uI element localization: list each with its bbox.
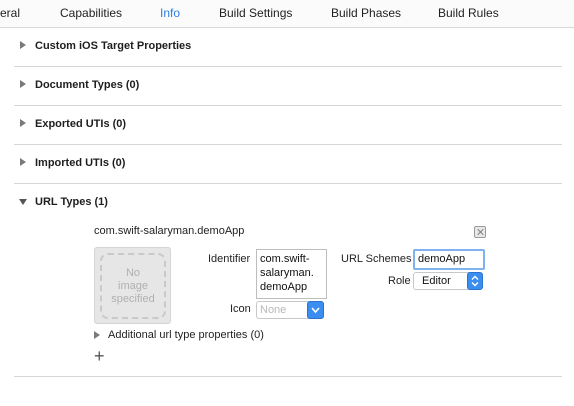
disclosure-triangle-icon[interactable] (20, 158, 26, 166)
placeholder-text: specified (111, 292, 155, 305)
section-title: Imported UTIs (0) (35, 157, 126, 169)
section-document-types[interactable]: Document Types (0) (14, 67, 562, 106)
additional-properties-label[interactable]: Additional url type properties (0) (108, 329, 264, 341)
tab-info[interactable]: Info (160, 6, 180, 20)
icon-label: Icon (230, 303, 251, 315)
section-title: Custom iOS Target Properties (35, 40, 192, 52)
identifier-label: Identifier (208, 253, 251, 265)
url-type-name: com.swift-salaryman.demoApp (94, 225, 245, 237)
icon-select-value: None (260, 304, 287, 316)
identifier-line: demoApp (260, 281, 308, 293)
chevron-updown-icon[interactable] (467, 272, 483, 290)
identifier-line: salaryman. (260, 267, 314, 279)
icon-select[interactable]: None (256, 301, 324, 319)
close-icon[interactable] (474, 226, 486, 238)
tab-general[interactable]: eral (0, 6, 20, 20)
section-title: Document Types (0) (35, 79, 140, 91)
placeholder-text: No (125, 266, 141, 279)
identifier-line: com.swift- (260, 253, 310, 265)
role-select[interactable]: Editor (413, 272, 483, 290)
disclosure-triangle-icon[interactable] (20, 80, 26, 88)
disclosure-triangle-icon[interactable] (20, 41, 26, 49)
section-custom-ios-target-properties[interactable]: Custom iOS Target Properties (14, 28, 562, 67)
image-placeholder: No image specified (100, 253, 166, 319)
url-schemes-field[interactable]: demoApp (413, 249, 485, 270)
section-title: URL Types (1) (35, 196, 108, 208)
url-schemes-label: URL Schemes (341, 253, 412, 265)
url-schemes-value: demoApp (418, 253, 466, 265)
placeholder-text: image (118, 279, 148, 292)
role-label: Role (388, 275, 411, 287)
tab-bar: eral Capabilities Info Build Settings Bu… (0, 0, 574, 28)
tab-capabilities[interactable]: Capabilities (60, 6, 122, 20)
tab-build-settings[interactable]: Build Settings (219, 6, 292, 20)
tab-build-rules[interactable]: Build Rules (438, 6, 499, 20)
disclosure-triangle-icon[interactable] (19, 199, 27, 205)
add-icon[interactable]: + (94, 347, 105, 365)
tab-build-phases[interactable]: Build Phases (331, 6, 401, 20)
section-title: Exported UTIs (0) (35, 118, 127, 130)
disclosure-triangle-icon[interactable] (94, 331, 100, 339)
identifier-field[interactable]: com.swift- salaryman. demoApp (256, 249, 327, 299)
section-imported-utis[interactable]: Imported UTIs (0) (14, 145, 562, 184)
section-exported-utis[interactable]: Exported UTIs (0) (14, 106, 562, 145)
url-type-image-well[interactable]: No image specified (94, 247, 171, 324)
chevron-down-icon[interactable] (307, 301, 324, 319)
role-select-value: Editor (422, 275, 451, 287)
disclosure-triangle-icon[interactable] (20, 119, 26, 127)
